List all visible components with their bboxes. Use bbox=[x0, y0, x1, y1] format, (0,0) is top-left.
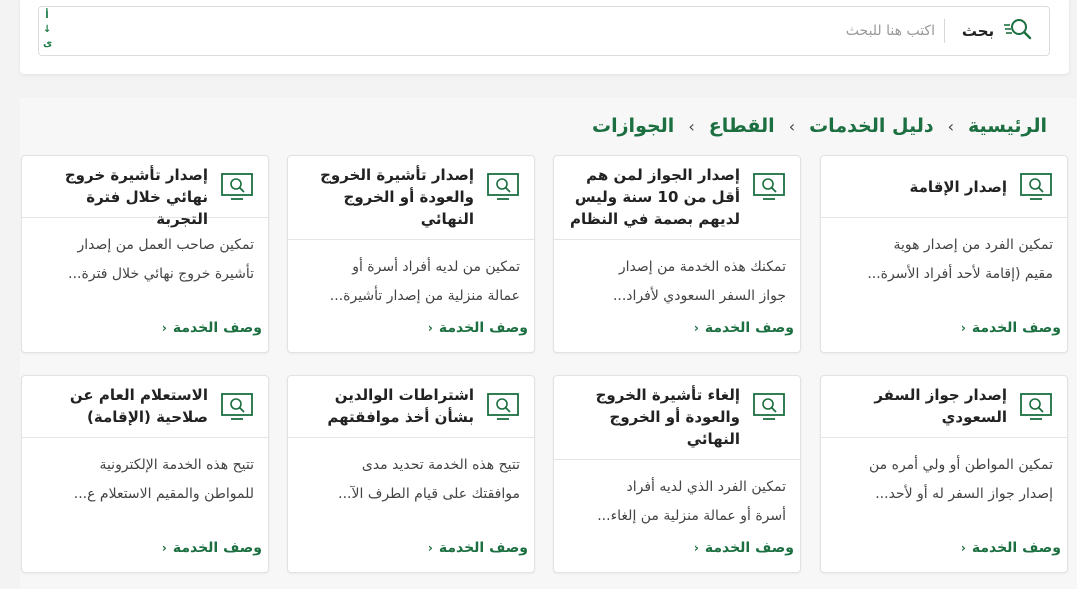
card-description-line: إصدار جواز السفر له أو لأحد... bbox=[875, 486, 1053, 502]
chevron-left-icon: ‹ bbox=[693, 321, 699, 335]
keyboard-glyph: ى bbox=[43, 38, 53, 49]
chevron-left-icon: ‹ bbox=[161, 321, 167, 335]
card-header: إصدار تأشيرة خروج نهائي خلال فترة التجرب… bbox=[22, 156, 268, 228]
link-label: وصف الخدمة bbox=[704, 540, 794, 556]
card-description-line: عمالة منزلية من إصدار تأشيرة... bbox=[329, 288, 520, 304]
service-description-link[interactable]: وصف الخدمة ‹ bbox=[428, 540, 528, 556]
card-title[interactable]: اشتراطات الوالدين بشأن أخذ موافقتهم bbox=[298, 384, 474, 428]
search-box: أ ↓ ى بحث bbox=[38, 6, 1050, 56]
breadcrumb: الرئيسية ‹ دليل الخدمات ‹ القطاع ‹ الجوا… bbox=[592, 112, 1047, 140]
card-description: تمكين من لديه أفراد أسرة أو عمالة منزلية… bbox=[302, 253, 520, 311]
card-description-line: للمواطن والمقيم الاستعلام ع... bbox=[73, 486, 254, 502]
card-description-line: موافقتك على قيام الطرف الآ... bbox=[338, 486, 520, 502]
card-description: تمكنك هذه الخدمة من إصدار جواز السفر الس… bbox=[568, 253, 786, 311]
card-title[interactable]: إلغاء تأشيرة الخروج والعودة أو الخروج ال… bbox=[564, 384, 740, 450]
service-card[interactable]: إصدار تأشيرة خروج نهائي خلال فترة التجرب… bbox=[21, 155, 269, 353]
service-monitor-icon bbox=[1019, 392, 1053, 422]
search-button[interactable]: بحث bbox=[945, 7, 1049, 55]
card-description: تمكين الفرد الذي لديه أفراد أسرة أو عمال… bbox=[568, 473, 786, 531]
card-description-line: تمكين صاحب العمل من إصدار bbox=[77, 237, 255, 253]
card-description: تمكين الفرد من إصدار هوية مقيم (إقامة لأ… bbox=[835, 231, 1053, 289]
chevron-left-icon: ‹ bbox=[960, 321, 966, 335]
search-panel: أ ↓ ى بحث bbox=[20, 0, 1069, 74]
card-title[interactable]: إصدار تأشيرة خروج نهائي خلال فترة التجرب… bbox=[32, 164, 208, 230]
link-label: وصف الخدمة bbox=[172, 540, 262, 556]
card-title[interactable]: إصدار الإقامة bbox=[831, 176, 1007, 198]
card-description-line: تمكنك هذه الخدمة من إصدار bbox=[618, 259, 786, 275]
card-header: إصدار تأشيرة الخروج والعودة أو الخروج ال… bbox=[288, 156, 534, 240]
card-description-line: تتيح هذه الخدمة الإلكترونية bbox=[99, 457, 254, 473]
chevron-left-icon: ‹ bbox=[427, 541, 433, 555]
card-description-line: تمكين الفرد من إصدار هوية bbox=[893, 237, 1053, 253]
service-card[interactable]: إصدار الإقامة تمكين الفرد من إصدار هوية … bbox=[820, 155, 1068, 353]
card-header: إصدار الجواز لمن هم أقل من 10 سنة وليس ل… bbox=[554, 156, 800, 240]
card-description: تمكين المواطن أو ولي أمره من إصدار جواز … bbox=[835, 451, 1053, 509]
service-card[interactable]: إلغاء تأشيرة الخروج والعودة أو الخروج ال… bbox=[553, 375, 801, 573]
chevron-left-icon: ‹ bbox=[960, 541, 966, 555]
service-card[interactable]: الاستعلام العام عن صلاحية (الإقامة) تتيح… bbox=[21, 375, 269, 573]
link-label: وصف الخدمة bbox=[704, 320, 794, 336]
card-title[interactable]: الاستعلام العام عن صلاحية (الإقامة) bbox=[32, 384, 208, 428]
service-card[interactable]: إصدار جواز السفر السعودي تمكين المواطن أ… bbox=[820, 375, 1068, 573]
service-monitor-icon bbox=[752, 392, 786, 422]
card-description-line: تتيح هذه الخدمة تحديد مدى bbox=[361, 457, 520, 473]
card-header: إلغاء تأشيرة الخروج والعودة أو الخروج ال… bbox=[554, 376, 800, 460]
chevron-left-icon: ‹ bbox=[427, 321, 433, 335]
service-description-link[interactable]: وصف الخدمة ‹ bbox=[694, 320, 794, 336]
search-icon bbox=[1002, 17, 1032, 45]
breadcrumb-home[interactable]: الرئيسية bbox=[968, 115, 1047, 137]
link-label: وصف الخدمة bbox=[438, 320, 528, 336]
service-monitor-icon bbox=[752, 172, 786, 202]
chevron-left-icon: ‹ bbox=[947, 116, 955, 136]
service-card[interactable]: اشتراطات الوالدين بشأن أخذ موافقتهم تتيح… bbox=[287, 375, 535, 573]
card-description-line: تمكين المواطن أو ولي أمره من bbox=[869, 457, 1053, 473]
keyboard-glyph: ↓ bbox=[43, 24, 52, 35]
chevron-left-icon: ‹ bbox=[688, 116, 695, 136]
card-description-line: جواز السفر السعودي لأفراد... bbox=[612, 288, 786, 304]
card-description-line: مقيم (إقامة لأحد أفراد الأسرة... bbox=[867, 266, 1053, 282]
search-button-label: بحث bbox=[961, 22, 995, 40]
keyboard-toggle[interactable]: أ ↓ ى bbox=[43, 9, 53, 51]
service-description-link[interactable]: وصف الخدمة ‹ bbox=[961, 320, 1061, 336]
service-card[interactable]: إصدار تأشيرة الخروج والعودة أو الخروج ال… bbox=[287, 155, 535, 353]
card-title[interactable]: إصدار الجواز لمن هم أقل من 10 سنة وليس ل… bbox=[564, 164, 740, 230]
keyboard-glyph: أ bbox=[45, 10, 49, 21]
card-header: اشتراطات الوالدين بشأن أخذ موافقتهم bbox=[288, 376, 534, 438]
card-header: إصدار جواز السفر السعودي bbox=[821, 376, 1067, 438]
card-description: تتيح هذه الخدمة تحديد مدى موافقتك على قي… bbox=[302, 451, 520, 509]
service-monitor-icon bbox=[1019, 172, 1053, 202]
service-description-link[interactable]: وصف الخدمة ‹ bbox=[162, 320, 262, 336]
service-monitor-icon bbox=[486, 172, 520, 202]
card-description: تمكين صاحب العمل من إصدار تأشيرة خروج نه… bbox=[36, 231, 254, 289]
link-label: وصف الخدمة bbox=[971, 540, 1061, 556]
service-description-link[interactable]: وصف الخدمة ‹ bbox=[428, 320, 528, 336]
breadcrumb-services-guide[interactable]: دليل الخدمات bbox=[809, 115, 934, 137]
card-description-line: تأشيرة خروج نهائي خلال فترة... bbox=[68, 266, 254, 282]
card-description-line: تمكين من لديه أفراد أسرة أو bbox=[352, 259, 520, 275]
service-card[interactable]: إصدار الجواز لمن هم أقل من 10 سنة وليس ل… bbox=[553, 155, 801, 353]
link-label: وصف الخدمة bbox=[971, 320, 1061, 336]
chevron-left-icon: ‹ bbox=[693, 541, 699, 555]
card-description: تتيح هذه الخدمة الإلكترونية للمواطن والم… bbox=[36, 451, 254, 509]
card-description-line: أسرة أو عمالة منزلية من إلغاء... bbox=[597, 508, 786, 524]
breadcrumb-passports[interactable]: الجوازات bbox=[592, 115, 674, 137]
service-monitor-icon bbox=[220, 172, 254, 202]
card-description-line: تمكين الفرد الذي لديه أفراد bbox=[626, 479, 786, 495]
card-header: الاستعلام العام عن صلاحية (الإقامة) bbox=[22, 376, 268, 438]
card-title[interactable]: إصدار جواز السفر السعودي bbox=[831, 384, 1007, 428]
card-header: إصدار الإقامة bbox=[821, 156, 1067, 218]
breadcrumb-sector[interactable]: القطاع bbox=[709, 115, 775, 137]
service-description-link[interactable]: وصف الخدمة ‹ bbox=[694, 540, 794, 556]
service-description-link[interactable]: وصف الخدمة ‹ bbox=[162, 540, 262, 556]
service-description-link[interactable]: وصف الخدمة ‹ bbox=[961, 540, 1061, 556]
card-title[interactable]: إصدار تأشيرة الخروج والعودة أو الخروج ال… bbox=[298, 164, 474, 230]
link-label: وصف الخدمة bbox=[438, 540, 528, 556]
chevron-left-icon: ‹ bbox=[161, 541, 167, 555]
chevron-left-icon: ‹ bbox=[788, 116, 796, 136]
service-monitor-icon bbox=[220, 392, 254, 422]
link-label: وصف الخدمة bbox=[172, 320, 262, 336]
search-input[interactable] bbox=[75, 15, 935, 47]
service-monitor-icon bbox=[486, 392, 520, 422]
